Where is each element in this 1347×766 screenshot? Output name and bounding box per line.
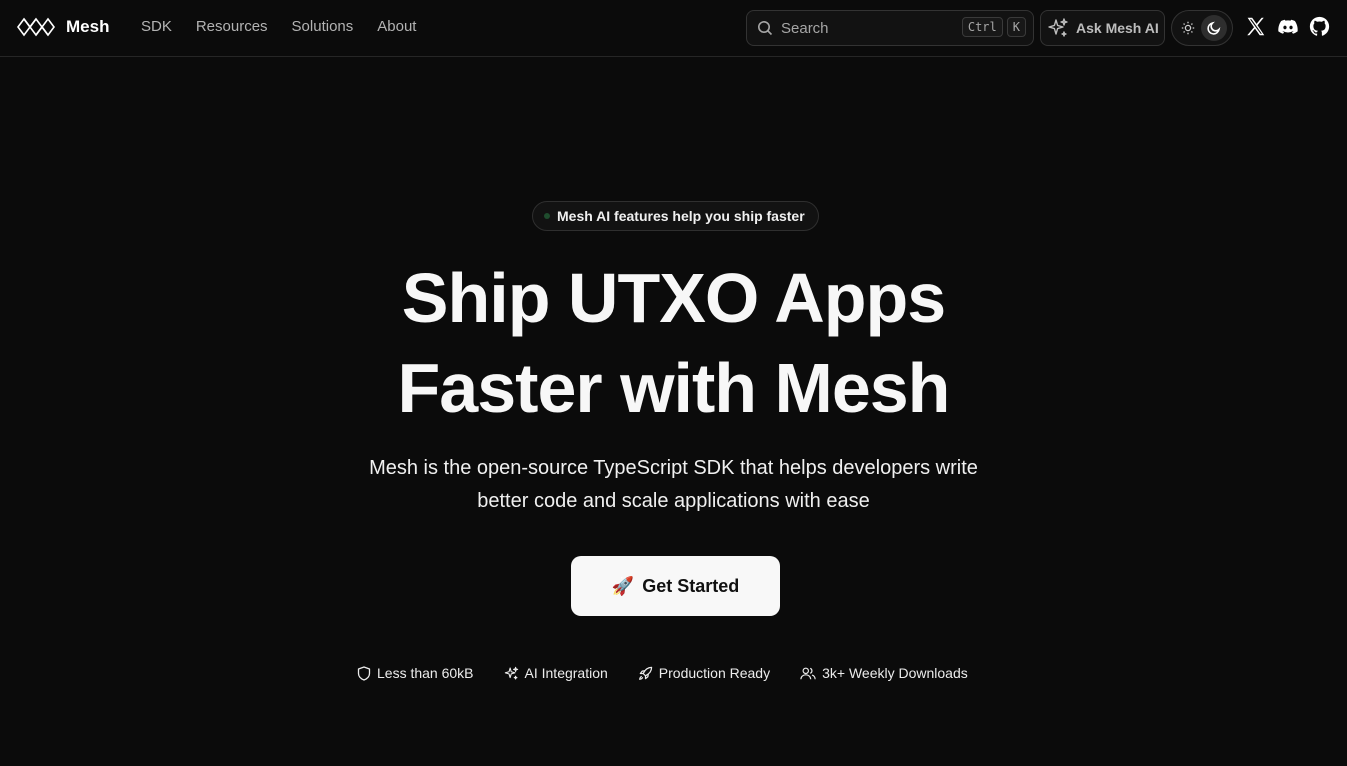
feature-downloads: 3k+ Weekly Downloads <box>800 665 968 681</box>
top-navbar: Mesh SDK Resources Solutions About Searc… <box>0 0 1347 57</box>
nav-link-sdk[interactable]: SDK <box>141 18 172 35</box>
hero-section: Mesh AI features help you ship faster Sh… <box>0 57 1347 766</box>
subheadline-line-1: Mesh is the open-source TypeScript SDK t… <box>369 457 978 479</box>
sparkles-icon <box>504 666 518 679</box>
feature-label: Production Ready <box>658 665 771 681</box>
hero-subheadline: Mesh is the open-source TypeScript SDK t… <box>0 452 1347 518</box>
nav-link-solutions[interactable]: Solutions <box>292 18 354 35</box>
search-placeholder: Search <box>781 19 829 37</box>
headline-line-1: Ship UTXO Apps <box>401 259 946 337</box>
rocket-icon <box>638 666 652 680</box>
discord-icon[interactable] <box>1277 16 1299 38</box>
brand[interactable]: Mesh <box>17 14 109 40</box>
shortcut-key-ctrl: Ctrl <box>961 17 1003 37</box>
users-icon <box>800 667 816 679</box>
ask-mesh-ai-label: Ask Mesh AI <box>1076 20 1159 36</box>
github-icon[interactable] <box>1309 16 1330 37</box>
search-input[interactable]: Search Ctrl K <box>746 10 1034 46</box>
status-dot <box>544 213 550 219</box>
feature-list: Less than 60kB AI Integration Production… <box>357 665 968 681</box>
shield-icon <box>357 665 371 681</box>
headline-line-2: Faster with Mesh <box>397 349 951 427</box>
ask-mesh-ai-button[interactable]: Ask Mesh AI <box>1040 10 1165 46</box>
mesh-logo-icon <box>17 17 55 37</box>
sun-icon[interactable] <box>1181 21 1195 35</box>
get-started-button[interactable]: 🚀 Get Started <box>571 556 780 616</box>
feature-ai: AI Integration <box>504 665 608 681</box>
announcement-badge[interactable]: Mesh AI features help you ship faster <box>532 201 819 231</box>
theme-toggle[interactable] <box>1171 10 1233 46</box>
search-shortcut: Ctrl K <box>961 17 1026 37</box>
dark-mode-active[interactable] <box>1201 15 1227 41</box>
sparkles-icon <box>1048 18 1068 37</box>
primary-nav: SDK Resources Solutions About <box>141 18 416 35</box>
hero-headline: Ship UTXO Apps Faster with Mesh <box>0 253 1347 433</box>
shortcut-key-k: K <box>1006 17 1026 37</box>
rocket-emoji-icon: 🚀 <box>611 575 635 596</box>
announcement-text: Mesh AI features help you ship faster <box>557 208 805 224</box>
brand-name: Mesh <box>66 17 110 36</box>
get-started-label: Get Started <box>642 575 740 596</box>
feature-label: AI Integration <box>524 665 608 681</box>
nav-link-about[interactable]: About <box>377 18 416 35</box>
moon-icon <box>1207 21 1221 35</box>
search-icon <box>758 21 773 36</box>
nav-link-resources[interactable]: Resources <box>196 18 268 35</box>
feature-production: Production Ready <box>638 665 770 681</box>
subheadline-line-2: better code and scale applications with … <box>477 490 870 512</box>
feature-label: Less than 60kB <box>377 665 474 681</box>
feature-size: Less than 60kB <box>357 665 474 681</box>
feature-label: 3k+ Weekly Downloads <box>822 665 968 681</box>
x-icon[interactable] <box>1245 16 1266 37</box>
